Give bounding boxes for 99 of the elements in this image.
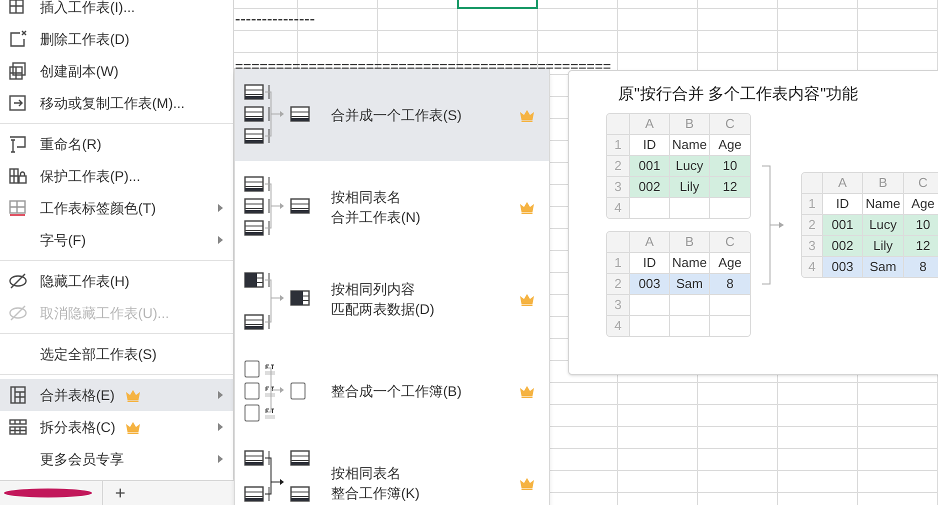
menu-item[interactable]: 拆分表格(C) bbox=[0, 411, 233, 443]
table-cell-text: Age bbox=[718, 254, 742, 272]
menu-item[interactable]: 隐藏工作表(H) bbox=[0, 265, 233, 297]
menu-item[interactable]: 选定全部工作表(S) bbox=[0, 338, 233, 370]
row-number: 4 bbox=[607, 198, 630, 218]
submenu-arrow-icon bbox=[218, 236, 223, 244]
table-cell-text: Lily bbox=[873, 237, 893, 256]
submenu-label: 整合工作簿(K) bbox=[331, 484, 420, 503]
table-cell-text: Lucy bbox=[869, 216, 897, 234]
submenu-item[interactable]: 按相同列内容 匹配两表数据(D) bbox=[235, 253, 549, 345]
menu-item[interactable]: 插入工作表(I)... bbox=[0, 0, 233, 23]
column-header: C bbox=[917, 174, 929, 192]
table-cell-text: 001 bbox=[832, 216, 854, 234]
row-number: 3 bbox=[607, 177, 630, 197]
unhide-icon bbox=[8, 303, 28, 323]
menu-item[interactable]: 更多会员专享 bbox=[0, 443, 233, 475]
table-cell-text: Lucy bbox=[676, 157, 704, 176]
menu-item[interactable]: 移动或复制工作表(M)... bbox=[0, 87, 233, 119]
submenu-arrow-icon bbox=[218, 204, 223, 212]
table-cell-text: Sam bbox=[676, 275, 703, 294]
column-header: A bbox=[630, 114, 670, 134]
table-cell-text: ID bbox=[643, 254, 656, 272]
submenu-arrow-icon bbox=[218, 455, 223, 463]
table-cell-text: 8 bbox=[726, 275, 734, 294]
preview-title: 原"按行合并 多个工作表内容"功能 bbox=[618, 84, 858, 105]
copy-sheet-icon bbox=[8, 61, 28, 81]
submenu-item[interactable]: 合并成一个工作表(S) bbox=[235, 69, 549, 161]
table-cell-text: 003 bbox=[638, 275, 660, 294]
submenu-item[interactable]: 整合成一个工作簿(B) bbox=[235, 345, 549, 437]
column-header: C bbox=[724, 115, 736, 134]
table-cell-text: ID bbox=[643, 136, 656, 154]
column-header: A bbox=[630, 232, 670, 252]
split-table-icon bbox=[8, 417, 28, 437]
menu-item[interactable]: 保护工作表(P)... bbox=[0, 160, 233, 192]
table-cell-text: Age bbox=[911, 195, 935, 214]
table-cell-text: Sam bbox=[870, 258, 896, 276]
row-number: 1 bbox=[607, 253, 630, 273]
row-number: 3 bbox=[802, 236, 823, 256]
table-cell-text: 001 bbox=[638, 157, 660, 176]
crown-icon bbox=[519, 384, 535, 398]
row-number: 4 bbox=[607, 316, 630, 336]
column-header: B bbox=[670, 232, 710, 252]
crown-icon bbox=[519, 108, 535, 122]
submenu-label: 匹配两表数据(D) bbox=[331, 300, 434, 319]
submenu-item[interactable]: 按相同表名 合并工作表(N) bbox=[235, 161, 549, 253]
row-number: 3 bbox=[607, 295, 630, 315]
table-cell-text: Name bbox=[866, 195, 900, 214]
row-number: 2 bbox=[607, 156, 630, 176]
table-cell-text: 10 bbox=[722, 157, 738, 176]
crown-icon bbox=[519, 200, 535, 214]
menu-item[interactable]: 工作表标签颜色(T) bbox=[0, 192, 233, 224]
row-number: 1 bbox=[802, 194, 823, 214]
crown-icon bbox=[124, 388, 141, 402]
merge-table-icon bbox=[8, 385, 28, 405]
table-cell-text: 12 bbox=[722, 178, 738, 196]
hide-icon bbox=[8, 271, 28, 291]
row-number: 4 bbox=[802, 257, 823, 277]
submenu-label: 合并成一个工作表(S) bbox=[331, 106, 462, 125]
menu-item[interactable]: 合并表格(E) bbox=[0, 379, 233, 411]
menu-item[interactable]: 删除工作表(D) bbox=[0, 23, 233, 55]
table-cell-text: Name bbox=[672, 254, 707, 272]
add-sheet-button[interactable]: + bbox=[115, 484, 126, 502]
submenu-label: 按相同表名 bbox=[331, 188, 402, 207]
row-number: 2 bbox=[607, 274, 630, 294]
protect-sheet-icon bbox=[8, 166, 28, 186]
submenu-label: 合并工作表(N) bbox=[331, 208, 420, 227]
table-cell-text: 002 bbox=[832, 237, 854, 256]
delete-sheet-icon bbox=[8, 29, 28, 49]
row-number: 1 bbox=[607, 135, 630, 155]
column-header: A bbox=[823, 173, 863, 193]
crown-icon bbox=[125, 420, 142, 434]
table-cell-text: 8 bbox=[919, 258, 927, 276]
table-cell-text: 002 bbox=[638, 178, 660, 196]
table-cell-text: 003 bbox=[832, 258, 854, 276]
column-header: B bbox=[670, 114, 710, 134]
cell-text: --------------- bbox=[234, 12, 315, 28]
row-number: 2 bbox=[802, 215, 823, 235]
crown-icon bbox=[519, 292, 535, 306]
table-cell-text: Age bbox=[718, 136, 742, 154]
table-cell-text: Name bbox=[672, 136, 707, 154]
table-cell-text: 10 bbox=[916, 216, 930, 234]
table-cell-text: 12 bbox=[916, 237, 930, 256]
column-header: C bbox=[724, 233, 736, 252]
menu-item[interactable]: 创建副本(W) bbox=[0, 55, 233, 87]
submenu-label: 按相同列内容 bbox=[331, 280, 416, 299]
submenu-item[interactable]: 按相同表名 整合工作簿(K) bbox=[235, 437, 549, 505]
column-header: B bbox=[863, 173, 904, 193]
table-cell-text: ID bbox=[836, 195, 849, 214]
submenu-arrow-icon bbox=[218, 391, 223, 399]
submenu-arrow-icon bbox=[218, 423, 223, 431]
submenu-label: 整合成一个工作簿(B) bbox=[331, 382, 462, 401]
tab-color-icon bbox=[8, 198, 28, 218]
menu-item[interactable]: 重命名(R) bbox=[0, 128, 233, 160]
submenu-label: 按相同表名 bbox=[331, 464, 402, 483]
menu-item[interactable]: 字号(F) bbox=[0, 224, 233, 256]
move-sheet-icon bbox=[8, 93, 28, 113]
crown-icon bbox=[519, 476, 535, 490]
rename-icon bbox=[8, 134, 28, 154]
table-cell-text: Lily bbox=[680, 178, 700, 196]
